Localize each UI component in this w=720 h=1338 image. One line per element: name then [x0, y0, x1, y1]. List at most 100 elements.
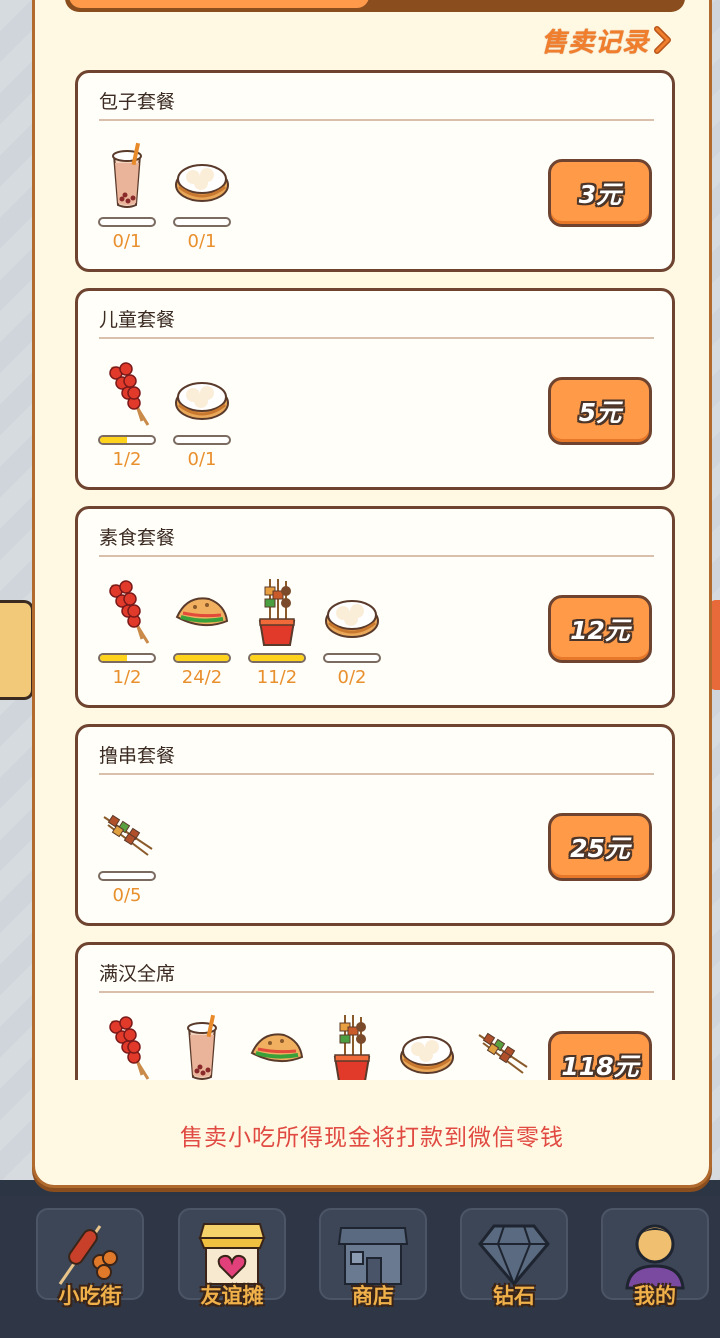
- progress-bar: [323, 653, 381, 663]
- price-button[interactable]: 3元: [548, 159, 652, 227]
- bottom-nav: 小吃街 友谊摊 商店 钻石 我的: [0, 1196, 720, 1338]
- combo-item: [396, 1011, 458, 1080]
- candied-haws-icon: [97, 1011, 157, 1080]
- progress-bar: [98, 871, 156, 881]
- price-button[interactable]: 12元: [548, 595, 652, 663]
- combo-list[interactable]: 包子套餐 0/1 0/1 3元儿童套餐 1/2 0/1 5元素食套餐 1/2 24/2 11/2 0…: [73, 70, 677, 1080]
- combo-item: 0/5: [96, 793, 158, 906]
- progress-bar-fill: [100, 655, 127, 661]
- candied-haws-icon: [97, 357, 157, 431]
- combo-items: 0/5: [96, 793, 158, 906]
- progress-bar: [173, 653, 231, 663]
- price-label: 25元: [570, 834, 630, 863]
- progress-bar: [248, 653, 306, 663]
- combo-item: [471, 1011, 533, 1080]
- nav-item[interactable]: 友谊摊: [176, 1208, 288, 1320]
- background-building-edge: [0, 600, 34, 700]
- nav-item[interactable]: 我的: [599, 1208, 711, 1320]
- sales-history-label: 售卖记录: [540, 27, 649, 58]
- item-count: 1/2: [112, 667, 142, 688]
- combo-items: [96, 1011, 533, 1080]
- combo-item: 0/2: [321, 575, 383, 688]
- divider: [99, 991, 654, 993]
- divider: [99, 119, 654, 121]
- item-count: 0/1: [187, 231, 217, 252]
- item-count: 0/2: [337, 667, 367, 688]
- combo-card: 包子套餐 0/1 0/1 3元: [75, 70, 675, 272]
- combo-item: 1/2: [96, 575, 158, 688]
- combo-items: 1/2 0/1: [96, 357, 233, 470]
- combo-panel: 售卖记录 包子套餐 0/1 0/1 3元儿童套餐 1/2 0/1 5元素食套餐 1/2 24/2…: [32, 0, 712, 1188]
- price-button[interactable]: 5元: [548, 377, 652, 445]
- combo-item: [171, 1011, 233, 1080]
- combo-item: 0/1: [96, 139, 158, 252]
- pancake-roll-icon: [172, 575, 232, 649]
- skewer-cup-icon: [247, 575, 307, 649]
- combo-title: 撸串套餐: [99, 745, 176, 767]
- nav-label: 友谊摊: [200, 1284, 264, 1308]
- combo-title: 满汉全席: [99, 963, 176, 985]
- progress-bar: [173, 435, 231, 445]
- divider: [99, 337, 654, 339]
- steamed-bun-icon: [322, 575, 382, 649]
- combo-title: 儿童套餐: [99, 309, 176, 331]
- panel-tab-strip: [65, 0, 685, 12]
- kebab-icon: [472, 1011, 532, 1080]
- item-count: 0/5: [112, 885, 142, 906]
- combo-items: 0/1 0/1: [96, 139, 233, 252]
- progress-bar: [98, 435, 156, 445]
- combo-card: 满汉全席 118元: [75, 942, 675, 1080]
- progress-bar: [173, 217, 231, 227]
- combo-title: 包子套餐: [99, 91, 176, 113]
- price-label: 3元: [578, 180, 622, 209]
- combo-card: 儿童套餐 1/2 0/1 5元: [75, 288, 675, 490]
- milk-tea-icon: [97, 139, 157, 213]
- nav-item[interactable]: 钻石: [458, 1208, 570, 1320]
- skewer-cup-icon: [322, 1011, 382, 1080]
- item-count: 0/1: [187, 449, 217, 470]
- combo-item: [321, 1011, 383, 1080]
- item-count: 1/2: [112, 449, 142, 470]
- payout-notice: 售卖小吃所得现金将打款到微信零钱: [180, 1125, 564, 1151]
- sales-history-link[interactable]: 售卖记录: [541, 22, 673, 58]
- price-label: 12元: [570, 616, 630, 645]
- divider: [99, 555, 654, 557]
- price-label: 118元: [561, 1052, 639, 1080]
- nav-label: 商店: [352, 1284, 394, 1308]
- steamed-bun-icon: [397, 1011, 457, 1080]
- nav-item[interactable]: 商店: [317, 1208, 429, 1320]
- combo-items: 1/2 24/2 11/2 0/2: [96, 575, 383, 688]
- progress-bar: [98, 217, 156, 227]
- combo-title: 素食套餐: [99, 527, 176, 549]
- combo-item: [246, 1011, 308, 1080]
- chevron-right-icon: [654, 26, 671, 54]
- milk-tea-icon: [172, 1011, 232, 1080]
- item-count: 24/2: [181, 667, 223, 688]
- kebab-icon: [97, 793, 157, 867]
- price-button[interactable]: 25元: [548, 813, 652, 881]
- combo-item: 1/2: [96, 357, 158, 470]
- nav-item[interactable]: 小吃街: [34, 1208, 146, 1320]
- tab-active[interactable]: [69, 0, 369, 8]
- candied-haws-icon: [97, 575, 157, 649]
- progress-bar-fill: [100, 437, 127, 443]
- nav-label: 小吃街: [58, 1284, 122, 1308]
- progress-bar-fill: [175, 655, 229, 661]
- combo-item: 0/1: [171, 139, 233, 252]
- combo-item: 24/2: [171, 575, 233, 688]
- pancake-roll-icon: [247, 1011, 307, 1080]
- steamed-bun-icon: [172, 357, 232, 431]
- item-count: 0/1: [112, 231, 142, 252]
- combo-item: 11/2: [246, 575, 308, 688]
- divider: [99, 773, 654, 775]
- combo-item: 0/1: [171, 357, 233, 470]
- steamed-bun-icon: [172, 139, 232, 213]
- price-label: 5元: [578, 398, 622, 427]
- combo-card: 撸串套餐 0/5 25元: [75, 724, 675, 926]
- progress-bar: [98, 653, 156, 663]
- nav-label: 钻石: [493, 1284, 535, 1308]
- nav-label: 我的: [634, 1284, 676, 1308]
- item-count: 11/2: [256, 667, 298, 688]
- price-button[interactable]: 118元: [548, 1031, 652, 1080]
- progress-bar-fill: [250, 655, 304, 661]
